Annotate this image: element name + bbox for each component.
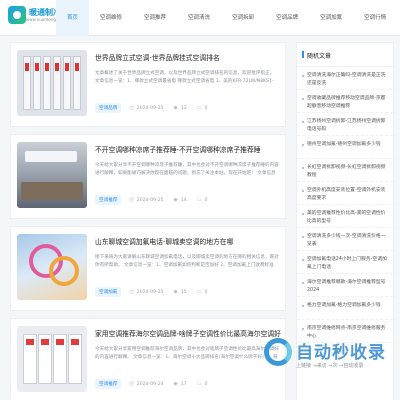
nav-item[interactable]: 空调推荐	[133, 0, 177, 36]
nav-item[interactable]: 首页	[56, 0, 90, 36]
sidebar-article-link[interactable]: 美的空调推荐性价比高-美的空调性价比高的型号	[297, 205, 393, 228]
article-excerpt: 今天给大家分享家用空调推荐海尔空调品牌，其中也会对啥牌子空调性价比最高海尔空调好…	[95, 347, 279, 360]
article-meta: 空调品牌 ◷ 2024-09-25 ◉ 12 ▭ 0	[95, 103, 217, 113]
article-thumbnail[interactable]	[17, 326, 87, 392]
article-card: 山东聊城空调加氟电话-聊城卖空调的地方在哪 接下来将为大家讲解山东聊城空调加氟电话…	[10, 226, 286, 311]
sidebar-article-link[interactable]: 空调加氟电话24小时上门服务-空调加氟上门电话	[297, 251, 393, 274]
category-tag[interactable]: 空调品牌	[95, 103, 122, 113]
nav-item[interactable]: 空调拆卸	[221, 0, 265, 36]
comment-icon: ▭	[196, 289, 202, 295]
article-card: 世界品牌立式空调-世界品牌挂式空调排名 文章概述了关于世界品牌立式空调，以及世界品…	[10, 42, 286, 127]
article-list: 世界品牌立式空调-世界品牌挂式空调排名 文章概述了关于世界品牌立式空调，以及世界品…	[10, 42, 286, 400]
nav-item[interactable]: 空调行情	[353, 0, 397, 36]
article-comments: 0	[204, 197, 208, 203]
article-comments: 0	[204, 105, 208, 111]
article-thumbnail[interactable]	[17, 50, 87, 116]
article-comments: 0	[204, 289, 208, 295]
sidebar-article-link[interactable]: 空调清洗海尔正确吗-空调清洗是正洗还是反洗	[297, 67, 393, 90]
eye-icon: ◉	[173, 289, 178, 295]
article-excerpt: 今天给大家分享不开空调哪种凉席子推荐睡，其中也会对不开空调哪种凉席子推荐睡的内容…	[95, 163, 279, 176]
comment-icon: ▭	[196, 105, 202, 111]
article-views: 14	[180, 197, 187, 203]
sidebar-article-link[interactable]: 江苏扬州空调拆卸-江苏扬州空调拆卸电话号码	[297, 113, 393, 136]
sidebar-article-link[interactable]: 空调外机高度安装位置-空调外机安装高度要求	[297, 182, 393, 205]
site-header: 暖通制冷网 www.nuantong.com 首页 空调维修 空调推荐 空调清洗 空调拆…	[0, 0, 400, 36]
article-thumbnail[interactable]	[17, 142, 87, 208]
watermark-logo-icon	[264, 338, 292, 366]
article-meta: 空调推荐 ◷ 2024-09-24 ◉ 17 ▭ 0	[95, 379, 217, 389]
watermark-subtext: 上链接 →来访 →次 →自动收录	[296, 363, 364, 369]
article-views: 15	[180, 289, 187, 295]
article-excerpt: 文章概述了关于世界品牌立式空调，以及世界品牌立式空调排名的信息，欢迎批评指正。 …	[95, 71, 275, 84]
article-card: 家用空调推荐海尔空调品牌-啥牌子空调性价比最高海尔空调好 今天给大家分享家用空调推…	[10, 318, 286, 400]
category-tag[interactable]: 空调加氟	[95, 287, 122, 297]
sidebar-title: 随机文章	[297, 43, 393, 67]
watermark: 自动秒收录 上链接 →来访 →次 →自动收录	[262, 334, 398, 394]
sidebar-article-link[interactable]: 海尔空调推荐哪款-海尔空调推荐型号2024	[297, 274, 393, 297]
article-meta: 空调加氟 ◷ 2024-09-25 ◉ 15 ▭ 0	[95, 287, 217, 297]
category-tag[interactable]: 空调推荐	[95, 379, 122, 389]
clock-icon: ◷	[129, 381, 134, 387]
article-title[interactable]: 山东聊城空调加氟电话-聊城卖空调的地方在哪	[95, 236, 281, 246]
article-card: 不开空调哪种凉席子推荐睡-不开空调哪种凉席子推荐睡 今天给大家分享不开空调哪种凉席…	[10, 134, 286, 219]
article-views: 12	[180, 105, 187, 111]
nav-item[interactable]: 空调清洗	[177, 0, 221, 36]
eye-icon: ◉	[173, 381, 178, 387]
sidebar-article-link[interactable]: 空调清洗多少钱一次-空调清洗价格一览表	[297, 228, 393, 251]
sidebar-article-link[interactable]: 德州空调加氟-德州空调加氟多少钱	[297, 136, 393, 159]
eye-icon: ◉	[173, 197, 178, 203]
sidebar-article-link[interactable]: 长虹空调拆卸视频-长虹空调拆卸视频教程	[297, 159, 393, 182]
clock-icon: ◷	[129, 105, 134, 111]
article-thumbnail[interactable]	[17, 234, 87, 300]
article-date: 2024-09-25	[136, 197, 164, 203]
article-date: 2024-09-24	[136, 381, 164, 387]
main-nav: 首页 空调维修 空调推荐 空调清洗 空调拆卸 空调品牌 空调加氟 空调行情	[56, 0, 397, 36]
clock-icon: ◷	[129, 197, 134, 203]
nav-item[interactable]: 空调维修	[89, 0, 133, 36]
article-excerpt: 接下来将为大家讲解山东聊城空调加氟电话，以及聊城卖空调的地方在哪的相关信息，愿对…	[95, 255, 279, 268]
article-title[interactable]: 不开空调哪种凉席子推荐睡-不开空调哪种凉席子推荐睡	[95, 144, 281, 154]
logo-mark-icon	[8, 6, 26, 24]
article-date: 2024-09-25	[136, 289, 164, 295]
nav-item[interactable]: 空调品牌	[265, 0, 309, 36]
comment-icon: ▭	[196, 197, 202, 203]
sidebar-article-link[interactable]: 格力空调加氟-格力空调加氟多少钱	[297, 297, 393, 320]
nav-item[interactable]: 空调加氟	[309, 0, 353, 36]
clock-icon: ◷	[129, 289, 134, 295]
sidebar-list: 空调清洗海尔正确吗-空调清洗是正洗还是反洗 空调收藏品牌推荐移动空调品牌-京都超静…	[297, 67, 393, 343]
eye-icon: ◉	[173, 105, 178, 111]
article-meta: 空调推荐 ◷ 2024-09-25 ◉ 14 ▭ 0	[95, 195, 217, 205]
article-comments: 0	[204, 381, 208, 387]
article-title[interactable]: 世界品牌立式空调-世界品牌挂式空调排名	[95, 52, 281, 62]
sidebar-article-link[interactable]: 空调收藏品牌推荐移动空调品牌-京都超静音移动空调推荐	[297, 90, 393, 113]
watermark-text: 自动秒收录	[296, 343, 386, 363]
comment-icon: ▭	[196, 381, 202, 387]
article-title[interactable]: 家用空调推荐海尔空调品牌-啥牌子空调性价比最高海尔空调好	[95, 328, 281, 338]
article-views: 17	[180, 381, 187, 387]
category-tag[interactable]: 空调推荐	[95, 195, 122, 205]
article-date: 2024-09-25	[136, 105, 164, 111]
